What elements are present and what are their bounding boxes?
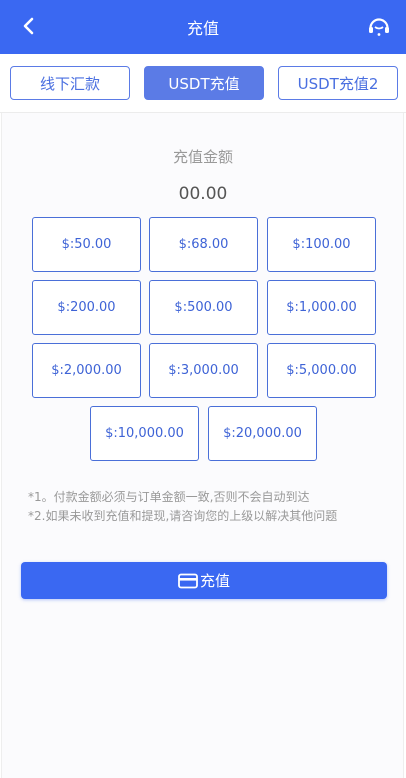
- top-bar: 充值: [0, 0, 406, 54]
- amount-option-3000[interactable]: $:3,000.00: [149, 343, 258, 398]
- tab-offline-remittance[interactable]: 线下汇款: [10, 66, 130, 100]
- recharge-method-tabs: 线下汇款 USDT充值 USDT充值2: [0, 54, 406, 112]
- tab-usdt-recharge-2[interactable]: USDT充值2: [278, 66, 398, 100]
- page-title: 充值: [186, 19, 219, 38]
- amount-option-1000[interactable]: $:1,000.00: [267, 280, 376, 335]
- recharge-panel: [1, 113, 404, 778]
- amount-option-68[interactable]: $:68.00: [149, 217, 258, 272]
- amount-option-500[interactable]: $:500.00: [149, 280, 258, 335]
- note-line: *2.如果未收到充值和提现,请咨询您的上级以解决其他问题: [28, 509, 338, 523]
- tab-usdt-recharge[interactable]: USDT充值: [144, 66, 264, 100]
- submit-label: 充值: [199, 572, 230, 590]
- recharge-submit-button[interactable]: 充值: [21, 562, 387, 599]
- note-line: *1。付款金额必须与订单金额一致,否则不会自动到达: [28, 490, 310, 504]
- chevron-left-icon[interactable]: [18, 15, 40, 37]
- amount-label: 充值金额: [172, 148, 233, 166]
- amount-value: 00.00: [178, 184, 228, 204]
- amount-option-5000[interactable]: $:5,000.00: [267, 343, 376, 398]
- amount-option-100[interactable]: $:100.00: [267, 217, 376, 272]
- amount-option-10000[interactable]: $:10,000.00: [90, 406, 199, 461]
- amount-option-50[interactable]: $:50.00: [32, 217, 141, 272]
- headset-icon[interactable]: [366, 13, 392, 39]
- amount-option-2000[interactable]: $:2,000.00: [32, 343, 141, 398]
- card-icon: [178, 573, 198, 589]
- amount-option-200[interactable]: $:200.00: [32, 280, 141, 335]
- notes: *1。付款金额必须与订单金额一致,否则不会自动到达 *2.如果未收到充值和提现,…: [28, 488, 388, 526]
- amount-option-20000[interactable]: $:20,000.00: [208, 406, 317, 461]
